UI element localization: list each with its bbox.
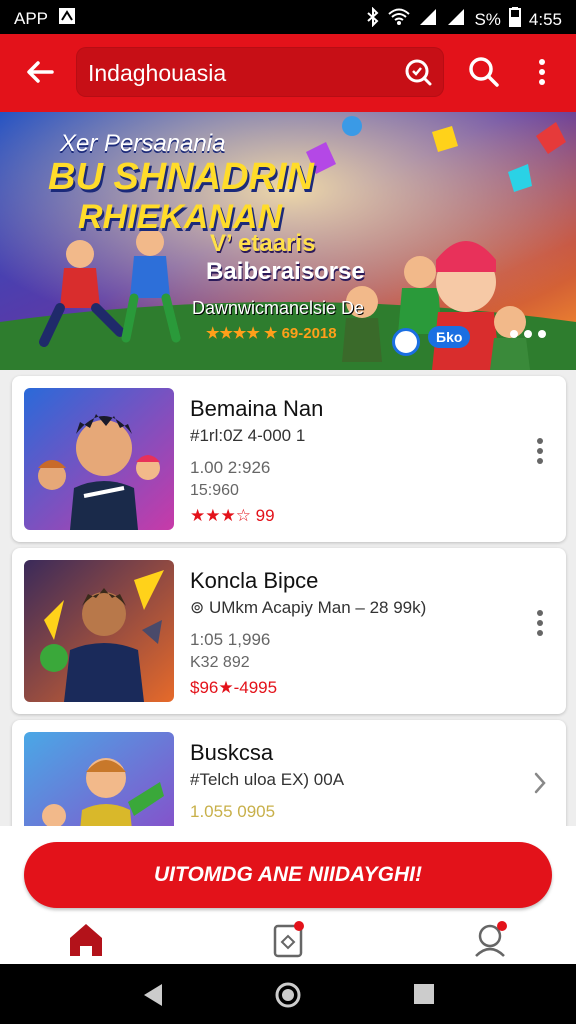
status-bar: APP S% 4:55 bbox=[0, 0, 576, 34]
chevron-right-icon bbox=[534, 772, 546, 794]
banner-line-1: Xer Persanania bbox=[60, 130, 226, 157]
search-badge-icon[interactable] bbox=[404, 58, 432, 86]
item-title: Buskcsa bbox=[190, 740, 274, 765]
search-icon bbox=[469, 57, 499, 87]
item-title: Koncla Bipce bbox=[190, 568, 319, 593]
more-vert-icon bbox=[537, 610, 543, 636]
home-icon bbox=[70, 924, 102, 956]
status-time: 4:55 bbox=[528, 9, 562, 29]
item-thumbnail bbox=[24, 388, 174, 530]
nav-profile[interactable] bbox=[466, 916, 514, 964]
nav-home[interactable] bbox=[62, 916, 110, 964]
nav-recents-icon[interactable] bbox=[412, 982, 436, 1006]
wifi-icon bbox=[388, 8, 411, 31]
banner-badge-icon bbox=[392, 328, 420, 356]
more-vert-icon bbox=[537, 438, 543, 464]
search-button[interactable] bbox=[466, 54, 502, 90]
item-menu-button[interactable] bbox=[528, 604, 552, 642]
banner-page-indicator[interactable] bbox=[510, 330, 546, 338]
bottom-nav bbox=[0, 916, 576, 964]
page-dot bbox=[510, 330, 518, 338]
item-meta-2: 15:960 bbox=[190, 482, 239, 499]
item-menu-button[interactable] bbox=[528, 432, 552, 470]
signal-icon bbox=[418, 8, 438, 31]
item-chevron-button[interactable] bbox=[528, 764, 552, 802]
item-rating: ★★★☆ 99 bbox=[190, 506, 275, 525]
item-meta-2: K32 892 bbox=[190, 654, 250, 671]
profile-icon bbox=[475, 921, 507, 957]
signal-icon-2 bbox=[446, 8, 466, 31]
system-nav-bar bbox=[0, 964, 576, 1024]
item-subtitle: #1rl:0Z 4-000 1 bbox=[190, 426, 306, 445]
notification-icon bbox=[58, 7, 76, 30]
bluetooth-icon bbox=[366, 6, 380, 32]
battery-icon bbox=[508, 7, 521, 32]
item-subtitle: ⊚ UMkm Acapiy Man – 28 99k) bbox=[190, 598, 427, 617]
ticket-icon bbox=[273, 921, 304, 958]
item-price: $96★-4995 bbox=[190, 678, 278, 697]
banner-line-6: Dawnwicmanelsie De bbox=[192, 298, 365, 318]
banner-line-5: Baiberaisorse bbox=[206, 258, 365, 285]
nav-back-icon[interactable] bbox=[140, 982, 166, 1008]
page-dot bbox=[524, 330, 532, 338]
search-field[interactable]: Indaghouasia bbox=[76, 47, 444, 97]
banner-badge: Бko bbox=[428, 326, 471, 348]
back-button[interactable] bbox=[22, 54, 58, 90]
item-meta: 1.00 2:926 bbox=[190, 458, 271, 477]
banner-line-2: BU SHNADRIN bbox=[48, 156, 314, 198]
status-app-label: APP bbox=[14, 8, 49, 28]
app-bar: Indaghouasia bbox=[0, 34, 576, 112]
battery-percent: S% bbox=[474, 9, 501, 29]
overflow-menu-icon bbox=[539, 59, 545, 85]
item-subtitle: #Telch uloa EX) 00A bbox=[190, 770, 345, 789]
search-input[interactable]: Indaghouasia bbox=[88, 60, 226, 87]
list-item[interactable]: Koncla Bipce ⊚ UMkm Acapiy Man – 28 99k)… bbox=[12, 548, 566, 714]
page-dot bbox=[538, 330, 546, 338]
nav-home-icon[interactable] bbox=[274, 981, 302, 1009]
promo-banner[interactable]: Xer Persanania BU SHNADRIN RHIEKANAN V’ … bbox=[0, 112, 576, 370]
item-meta: 1.055 0905 bbox=[190, 802, 276, 821]
list-item[interactable]: Bemaina Nan #1rl:0Z 4-000 1 1.00 2:926 1… bbox=[12, 376, 566, 542]
status-left: APP bbox=[14, 7, 76, 30]
banner-rating: ★★★★ ★ 69-2018 bbox=[206, 325, 337, 342]
nav-tickets[interactable] bbox=[264, 916, 312, 964]
item-meta: 1:05 1,996 bbox=[190, 630, 271, 649]
banner-line-4: V’ etaaris bbox=[210, 230, 316, 257]
bottom-panel: UITOMDG ANE NIIDAYGHI! bbox=[0, 826, 576, 964]
item-thumbnail bbox=[24, 560, 174, 702]
overflow-menu-button[interactable] bbox=[530, 54, 554, 90]
status-right: S% 4:55 bbox=[366, 6, 562, 32]
arrow-left-icon bbox=[27, 61, 54, 83]
cta-button[interactable]: UITOMDG ANE NIIDAYGHI! bbox=[24, 842, 552, 908]
item-title: Bemaina Nan bbox=[190, 396, 324, 421]
